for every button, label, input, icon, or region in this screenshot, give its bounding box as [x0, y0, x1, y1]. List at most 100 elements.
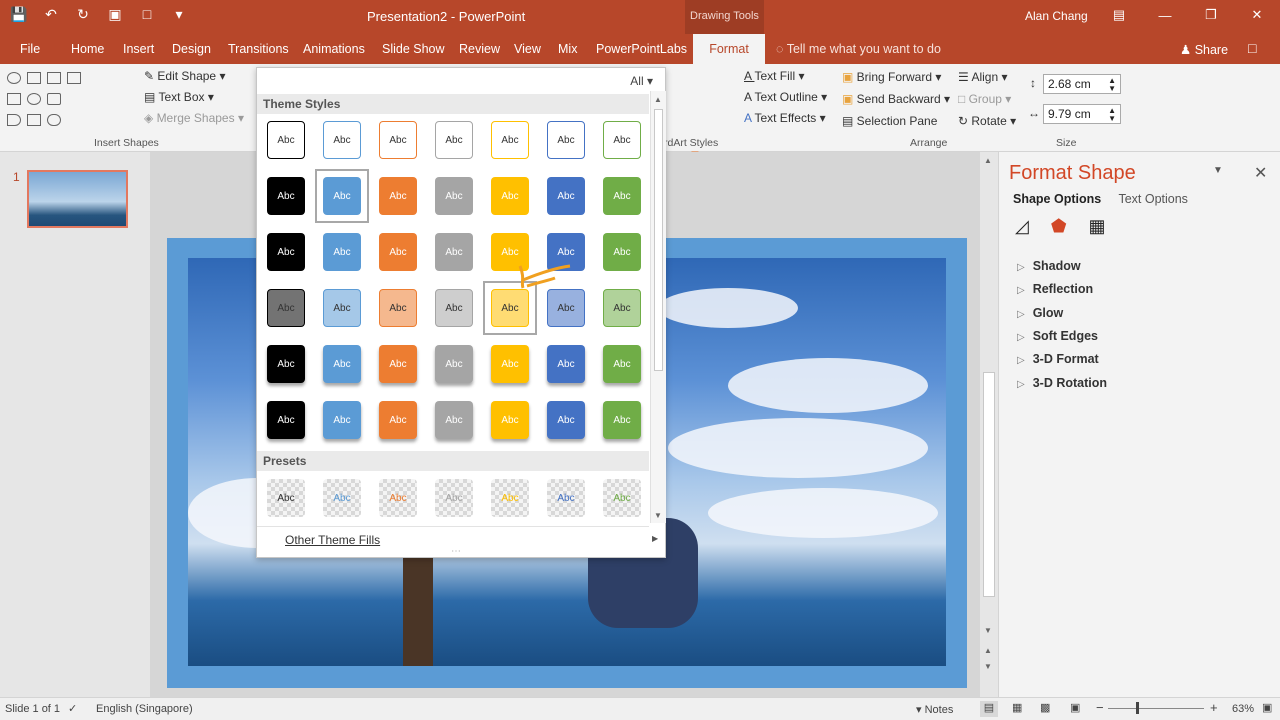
shape-style-swatch[interactable]: Abc — [603, 345, 641, 383]
section-glow[interactable]: ▷ Glow — [1017, 306, 1063, 320]
shape-style-swatch[interactable]: Abc — [435, 401, 473, 439]
shape-style-swatch[interactable]: Abc — [603, 401, 641, 439]
vertical-textbox-shape[interactable] — [67, 72, 81, 84]
shape-style-swatch[interactable]: Abc — [267, 289, 305, 327]
shape-style-swatch[interactable]: Abc — [379, 121, 417, 159]
oval-callout-shape[interactable] — [7, 72, 21, 84]
size-properties-icon[interactable]: ▦ — [1089, 216, 1106, 237]
slide-sorter-icon[interactable]: ▦ — [1012, 701, 1022, 714]
zoom-in-icon[interactable]: + — [1210, 700, 1218, 715]
shape-style-swatch[interactable]: Abc — [267, 177, 305, 215]
prev-slide-icon[interactable]: ▲ — [984, 646, 992, 655]
preset-style-swatch[interactable]: Abc — [491, 479, 529, 517]
shape-style-swatch[interactable]: Abc — [323, 345, 361, 383]
ribbon-display-icon[interactable]: ▤ — [1096, 0, 1142, 30]
zoom-level[interactable]: 63% — [1232, 703, 1254, 715]
gallery-scroll-down-icon[interactable]: ▼ — [654, 511, 662, 520]
shape-style-swatch[interactable]: Abc — [267, 345, 305, 383]
restore-icon[interactable]: ❐ — [1188, 0, 1234, 30]
shape-style-swatch[interactable]: Abc — [435, 289, 473, 327]
scroll-up-icon[interactable]: ▲ — [984, 156, 992, 165]
tell-me-search[interactable]: ◌ Tell me what you want to do — [776, 42, 941, 56]
rect-shape-2[interactable] — [7, 93, 21, 105]
pane-options-icon[interactable]: ▼ — [1213, 165, 1223, 176]
notes-button[interactable]: ▾ Notes — [916, 703, 953, 716]
touch-mode-icon[interactable]: □ — [138, 6, 156, 23]
preset-style-swatch[interactable]: Abc — [547, 479, 585, 517]
effects-pentagon-icon[interactable]: ⬟ — [1051, 216, 1067, 237]
group-button[interactable]: □ Group ▾ — [958, 92, 1011, 106]
shape-style-swatch[interactable]: Abc — [603, 121, 641, 159]
shape-width-field[interactable]: 9.79 cm ▲ ▼ — [1043, 104, 1121, 124]
rounded-rect-shape[interactable] — [47, 93, 61, 105]
preset-style-swatch[interactable]: Abc — [267, 479, 305, 517]
tab-review[interactable]: Review — [459, 42, 500, 56]
align-button[interactable]: ☰ Align ▾ — [958, 70, 1007, 84]
bring-forward-button[interactable]: ▣ Bring Forward ▾ — [842, 70, 941, 84]
oval-shape[interactable] — [27, 93, 41, 105]
width-spinner-icon[interactable]: ▲ ▼ — [1108, 107, 1116, 123]
shape-style-swatch[interactable]: Abc — [603, 233, 641, 271]
zoom-slider[interactable] — [1108, 708, 1204, 709]
zoom-slider-thumb[interactable] — [1136, 702, 1139, 714]
textbox-shape[interactable] — [47, 72, 61, 84]
shape-style-swatch[interactable]: Abc — [323, 401, 361, 439]
shape-style-swatch[interactable]: Abc — [267, 121, 305, 159]
shape-style-swatch[interactable]: Abc — [267, 401, 305, 439]
preset-style-swatch[interactable]: Abc — [379, 479, 417, 517]
shape-style-swatch[interactable]: Abc — [435, 345, 473, 383]
gallery-scroll-up-icon[interactable]: ▲ — [654, 95, 662, 104]
shape-style-swatch[interactable]: Abc — [379, 177, 417, 215]
preset-style-swatch[interactable]: Abc — [435, 479, 473, 517]
shape-style-swatch[interactable]: Abc — [603, 177, 641, 215]
gallery-filter[interactable]: All ▾ — [630, 74, 653, 88]
merge-shapes-button[interactable]: ◈ Merge Shapes ▾ — [144, 111, 244, 125]
customize-qat-icon[interactable]: ▾ — [170, 6, 188, 23]
shape-style-swatch[interactable]: Abc — [491, 121, 529, 159]
text-effects-button[interactable]: A Text Effects ▾ — [744, 111, 826, 125]
shape-style-swatch[interactable]: Abc — [379, 345, 417, 383]
user-name[interactable]: Alan Chang — [1025, 9, 1088, 23]
shape-style-swatch[interactable]: Abc — [547, 121, 585, 159]
language-indicator[interactable]: English (Singapore) — [96, 703, 193, 715]
scroll-down-icon[interactable]: ▼ — [984, 626, 992, 635]
spellcheck-icon[interactable]: ✓ — [68, 702, 77, 715]
resize-grip-icon[interactable]: ⋯ — [451, 546, 461, 557]
tab-format[interactable]: Format — [693, 34, 765, 64]
shape-style-swatch[interactable]: Abc — [435, 121, 473, 159]
section-soft-edges[interactable]: ▷ Soft Edges — [1017, 329, 1098, 343]
shape-style-swatch[interactable]: Abc — [603, 289, 641, 327]
slide-thumbnail[interactable] — [27, 170, 128, 228]
slideshow-view-icon[interactable]: ▣ — [1070, 701, 1080, 714]
send-backward-button[interactable]: ▣ Send Backward ▾ — [842, 92, 950, 106]
undo-icon[interactable]: ↶ — [42, 6, 60, 23]
shape-style-swatch[interactable]: Abc — [491, 401, 529, 439]
tab-mix[interactable]: Mix — [558, 42, 577, 56]
selection-pane-button[interactable]: ▤ Selection Pane — [842, 114, 937, 128]
shape-height-field[interactable]: 2.68 cm ▲ ▼ — [1043, 74, 1121, 94]
gallery-scrollbar[interactable]: ▲ ▼ — [650, 91, 666, 523]
redo-icon[interactable]: ↻ — [74, 6, 92, 23]
rotate-button[interactable]: ↻ Rotate ▾ — [958, 114, 1016, 128]
normal-view-icon[interactable]: ▤ — [980, 701, 998, 717]
arrow-down-shape[interactable] — [27, 114, 41, 126]
shape-style-swatch[interactable]: Abc — [547, 177, 585, 215]
rectangle-shape[interactable] — [27, 72, 41, 84]
tab-transitions[interactable]: Transitions — [228, 42, 289, 56]
shape-style-swatch[interactable]: Abc — [491, 345, 529, 383]
shape-style-swatch[interactable]: Abc — [267, 233, 305, 271]
section-3d-rotation[interactable]: ▷ 3-D Rotation — [1017, 376, 1107, 390]
shape-style-swatch[interactable]: Abc — [491, 177, 529, 215]
section-reflection[interactable]: ▷ Reflection — [1017, 282, 1093, 296]
shape-style-swatch[interactable]: Abc — [323, 121, 361, 159]
tab-insert[interactable]: Insert — [123, 42, 154, 56]
shape-style-swatch[interactable]: Abc — [379, 401, 417, 439]
share-button[interactable]: ♟ Share — [1180, 42, 1228, 57]
other-theme-fills-item[interactable]: Other Theme Fills — [285, 533, 380, 547]
curved-shape[interactable] — [47, 114, 61, 126]
height-spinner-icon[interactable]: ▲ ▼ — [1108, 77, 1116, 93]
gallery-scroll-thumb[interactable] — [654, 109, 663, 371]
edit-shape-button[interactable]: ✎ Edit Shape ▾ — [144, 69, 225, 83]
preset-style-swatch[interactable]: Abc — [323, 479, 361, 517]
fill-line-icon[interactable]: ◿ — [1015, 216, 1029, 237]
